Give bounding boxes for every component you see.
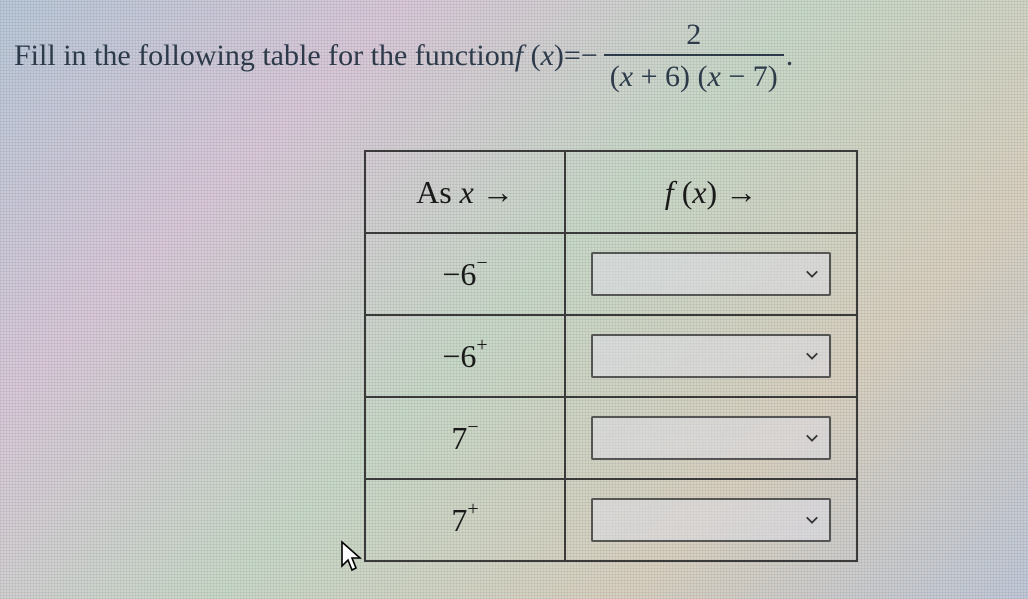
chevron-down-icon (805, 267, 819, 281)
prompt-text: Fill in the following table for the func… (14, 39, 515, 73)
fx-cell-2 (565, 397, 857, 479)
fx-select-3[interactable] (591, 498, 831, 542)
denominator: (x + 6) (x − 7) (604, 54, 784, 94)
table-row: −6− (365, 233, 857, 315)
equals-sign: = (564, 39, 581, 73)
table-row: −6+ (365, 315, 857, 397)
fx-cell-3 (565, 479, 857, 561)
header-fx: f (x) → (565, 151, 857, 233)
fx-cell-1 (565, 315, 857, 397)
fx-select-1[interactable] (591, 334, 831, 378)
fx-select-0[interactable] (591, 252, 831, 296)
period: . (786, 39, 794, 73)
x-cell-3: 7+ (365, 479, 565, 561)
chevron-down-icon (805, 349, 819, 363)
fn-name: f (515, 39, 523, 73)
table-header-row: As x → f (x) → (365, 151, 857, 233)
negative-sign: − (581, 39, 598, 73)
header-x: As x → (365, 151, 565, 233)
fx-select-2[interactable] (591, 416, 831, 460)
fraction: 2 (x + 6) (x − 7) (604, 18, 784, 94)
x-cell-2: 7− (365, 397, 565, 479)
chevron-down-icon (805, 431, 819, 445)
numerator: 2 (680, 18, 707, 54)
table-row: 7− (365, 397, 857, 479)
table-row: 7+ (365, 479, 857, 561)
limits-table: As x → f (x) → −6− −6+ 7− (364, 150, 858, 562)
fx-cell-0 (565, 233, 857, 315)
x-cell-1: −6+ (365, 315, 565, 397)
x-cell-0: −6− (365, 233, 565, 315)
question-prompt: Fill in the following table for the func… (14, 18, 793, 94)
cursor-arrow-icon (338, 540, 366, 574)
function-expression: f (x) = − 2 (x + 6) (x − 7) (515, 18, 784, 94)
chevron-down-icon (805, 513, 819, 527)
fn-arg: x (541, 39, 554, 73)
